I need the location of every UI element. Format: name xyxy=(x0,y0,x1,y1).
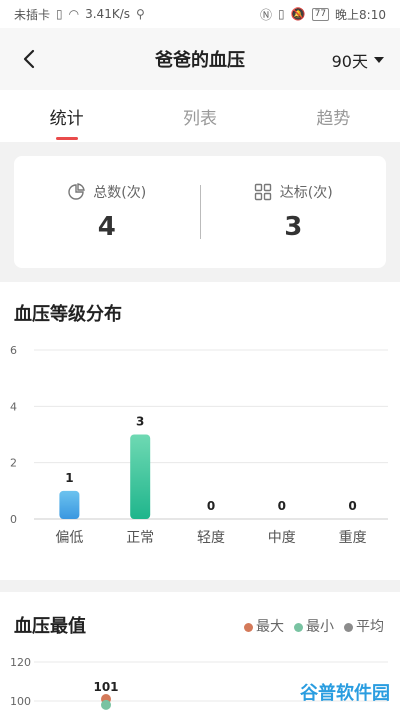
y-tick-label: 6 xyxy=(10,344,17,357)
bar-偏低 xyxy=(59,490,80,519)
met-count: 达标(次) 3 xyxy=(201,182,387,242)
bar-正常 xyxy=(130,434,151,519)
carrier-text: 未插卡 xyxy=(14,7,51,22)
y-tick-label: 4 xyxy=(10,400,17,413)
x-tick-label: 重度 xyxy=(339,530,367,546)
total-label: 总数(次) xyxy=(93,185,147,201)
bar-value-label: 0 xyxy=(348,499,356,513)
sim-icon: ▯ xyxy=(56,7,63,21)
page-title: 爸爸的血压 xyxy=(155,50,245,71)
status-bar: 未插卡 ▯ ◠ 3.41K/s ⚲ Ⓝ ▯ 🔕 77 晚上8:10 xyxy=(0,0,400,28)
met-label: 达标(次) xyxy=(279,185,333,201)
wifi-icon: ◠ xyxy=(68,7,80,21)
mute-icon: 🔕 xyxy=(290,7,306,21)
bar-value-label: 1 xyxy=(65,471,73,485)
y-tick-label: 0 xyxy=(10,513,17,526)
distribution-bar-chart: 0 2 4 6 1 偏低 3 正常 0 轻度 0 中度 0 重度 xyxy=(10,344,388,546)
battery-icon: 77 xyxy=(311,7,330,21)
bar-value-label: 0 xyxy=(207,499,215,513)
title-bar: 爸爸的血压 90天 xyxy=(0,28,400,90)
tab-trend[interactable]: 趋势 xyxy=(267,90,400,142)
bar-value-label: 0 xyxy=(278,499,286,513)
distribution-section: 血压等级分布 0 2 4 6 1 偏低 3 正常 0 轻度 0 中度 0 重度 xyxy=(0,282,400,580)
clock: 晚上8:10 xyxy=(335,7,386,22)
x-tick-label: 中度 xyxy=(268,530,296,546)
total-count: 总数(次) 4 xyxy=(14,182,200,242)
network-speed: 3.41K/s xyxy=(85,7,130,21)
range-label: 90天 xyxy=(331,52,368,71)
point-最小 xyxy=(101,699,111,710)
usb-icon: ⚲ xyxy=(136,7,145,21)
y-tick-label: 100 xyxy=(10,695,31,708)
vibrate-icon: ▯ xyxy=(278,7,285,21)
tab-statistics[interactable]: 统计 xyxy=(0,90,133,142)
x-tick-label: 偏低 xyxy=(55,530,83,546)
x-tick-label: 轻度 xyxy=(197,530,225,546)
y-tick-label: 120 xyxy=(10,656,31,669)
nfc-icon: Ⓝ xyxy=(260,7,273,22)
met-value: 3 xyxy=(284,212,303,242)
watermark-text: 谷普软件园 xyxy=(300,683,390,704)
tab-list[interactable]: 列表 xyxy=(133,90,266,142)
grid-icon xyxy=(254,183,271,201)
y-tick-label: 2 xyxy=(10,457,17,470)
summary-card: 总数(次) 4 达标(次) 3 xyxy=(14,156,386,268)
point-value-label: 101 xyxy=(93,680,118,694)
bar-value-label: 3 xyxy=(136,415,144,429)
range-dropdown[interactable]: 90天 xyxy=(332,48,384,72)
total-value: 4 xyxy=(97,212,116,242)
x-tick-label: 正常 xyxy=(126,530,154,546)
caret-down-icon xyxy=(374,57,384,63)
chevron-left-icon xyxy=(23,49,35,69)
pie-chart-icon xyxy=(68,183,86,200)
tab-bar: 统计 列表 趋势 xyxy=(0,90,400,142)
back-button[interactable] xyxy=(16,46,42,72)
watermark: 谷普软件园 xyxy=(300,679,390,705)
